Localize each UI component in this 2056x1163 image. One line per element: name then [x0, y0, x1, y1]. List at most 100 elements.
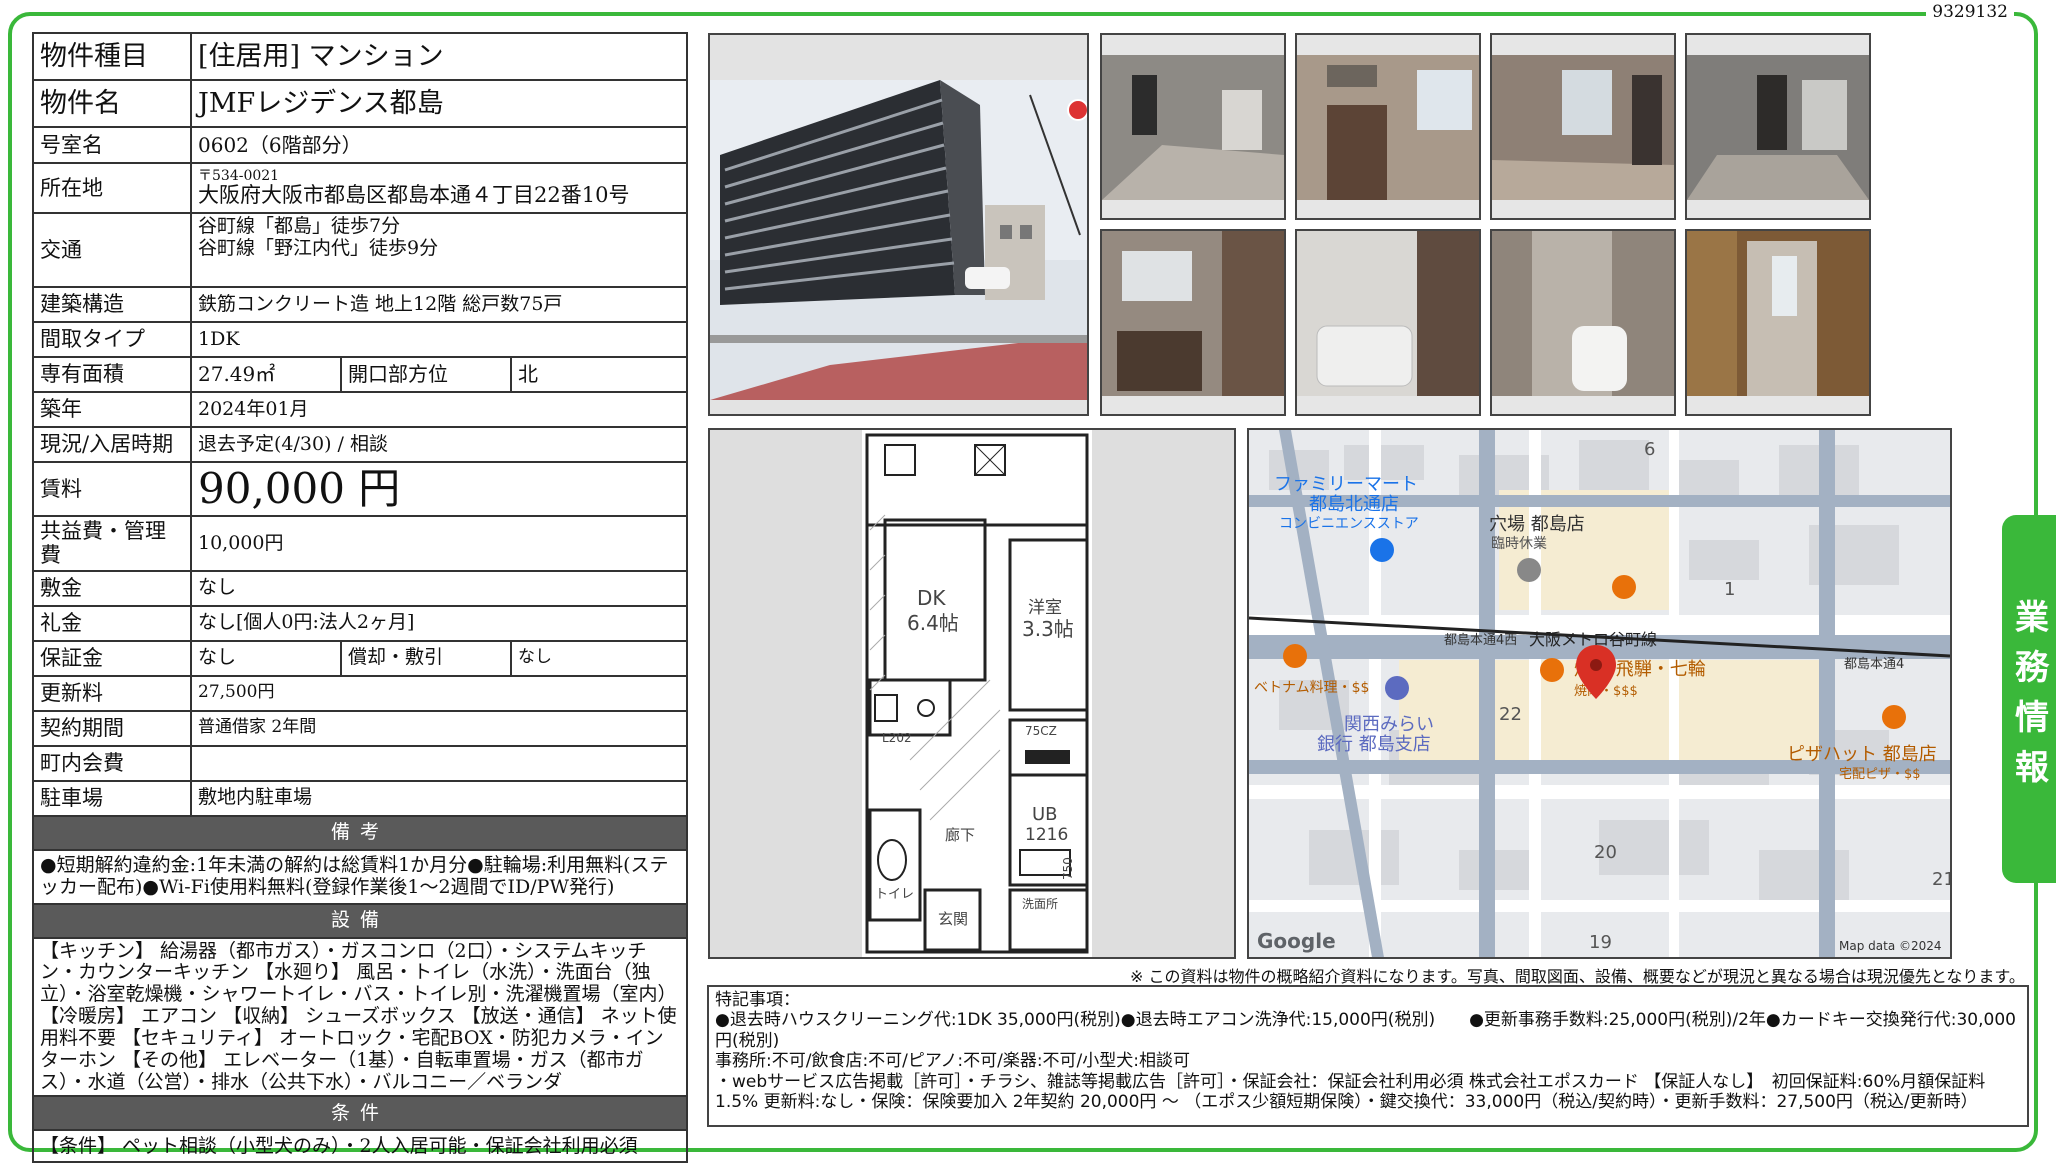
deposit-value: なし [189, 569, 689, 607]
google-logo: Google [1257, 929, 1336, 953]
status-label: 現況/入居時期 [32, 426, 192, 463]
area-map[interactable]: 6 1 22 20 19 21 ファミリーマート 都島北通店 コンビニエンススト… [1247, 428, 1952, 959]
equipment-text: 【キッチン】 給湯器（都市ガス）・ガスコンロ（2口）・システムキッチン・カウンタ… [31, 936, 689, 1098]
special-notes-title: 特記事項： [715, 990, 800, 1010]
yakiniku-pin-icon[interactable] [1540, 658, 1564, 682]
room-photo-5 [1100, 229, 1286, 416]
structure-label: 建築構造 [32, 286, 192, 323]
name-label: 物件名 [32, 79, 192, 128]
facing-value: 北 [509, 356, 689, 393]
rent-label: 賃料 [32, 460, 192, 518]
layout-value: 1DK [189, 321, 689, 358]
bank-name: 関西みらい [1344, 714, 1434, 735]
map-block-20: 20 [1594, 842, 1617, 863]
conditions-header: 条件 [31, 1095, 689, 1132]
fee-label: 共益費・管理費 [32, 515, 192, 572]
name-value: JMFレジデンス都島 [189, 79, 689, 128]
hall-label: 廊下 [945, 826, 975, 844]
built-label: 築年 [32, 391, 192, 428]
familymart-branch: 都島北通店 [1309, 494, 1399, 515]
disclaimer-text: ※ この資料は物件の概略紹介資料になります。写真、間取図面、設備、概要などが現況… [1130, 967, 2025, 986]
toilet-label: トイレ [875, 887, 914, 902]
room-photo-3 [1490, 33, 1676, 220]
parking-label: 駐車場 [32, 779, 192, 817]
building-exterior-photo [708, 33, 1089, 416]
area-value: 27.49㎡ [190, 356, 342, 393]
special-notes: 特記事項： ●退去時ハウスクリーニング代:1DK 35,000円(税別)●退去時… [707, 985, 2029, 1127]
renewal-label: 更新料 [32, 674, 192, 712]
room-photo-7 [1490, 229, 1676, 416]
special-notes-line-1: ●退去時ハウスクリーニング代:1DK 35,000円(税別)●退去時エアコン洗浄… [715, 1010, 2016, 1051]
closet-label: 75CZ [1025, 724, 1057, 738]
fee-value: 10,000円 [189, 515, 689, 572]
room-photo-6 [1295, 229, 1481, 416]
type-label: 物件種目 [32, 32, 192, 81]
washroom-label: 洗面所 [1022, 897, 1058, 911]
vietnamese-pin-icon[interactable] [1283, 644, 1307, 668]
special-notes-line-3: ・webサービス広告掲載［許可］・チラシ、雑誌等掲載広告［許可］・保証会社：保証… [715, 1071, 1986, 1112]
remarks-text: ●短期解約違約金:1年未満の解約は総賃料1か月分●駐輪場:利用無料(ステッカー配… [31, 848, 689, 905]
room-label: 号室名 [32, 126, 192, 164]
bank-pin-icon[interactable] [1385, 676, 1409, 700]
business-info-tab[interactable]: 業務情報 [2002, 515, 2056, 883]
property-spec-table: 物件種目 [住居用] マンション 物件名 JMFレジデンス都島 号室名 0602（6階… [31, 32, 689, 1163]
room-photo-4 [1685, 33, 1871, 220]
fridge-label: L202 [882, 731, 912, 745]
community-fee-label: 町内会費 [32, 744, 192, 782]
access-line-1: 谷町線「都島」徒歩7分 [198, 215, 401, 237]
structure-value: 鉄筋コンクリート造 地上12階 総戸数75戸 [189, 286, 689, 323]
map-block-22: 22 [1499, 704, 1522, 725]
special-notes-line-2: 事務所:不可/飲食店:不可/ピアノ:不可/楽器:不可/小型犬:相談可 [715, 1051, 1191, 1072]
facing-label: 開口部方位 [340, 356, 512, 393]
familymart-name: ファミリーマート [1274, 474, 1418, 495]
deposit-label: 敷金 [32, 569, 192, 607]
renewal-value: 27,500円 [189, 674, 689, 712]
built-value: 2024年01月 [189, 391, 689, 428]
dk-label: DK [917, 586, 946, 610]
map-block-1: 1 [1724, 579, 1735, 600]
unit-bath-size: 1216 [1025, 825, 1068, 845]
equipment-header: 設備 [31, 902, 689, 939]
conditions-text: 【条件】 ペット相談（小型犬のみ）・2人入居可能・保証会社利用必須 [31, 1129, 689, 1163]
keymoney-label: 礼金 [32, 604, 192, 642]
bus-stop-west: 都島本通4西 [1444, 633, 1517, 648]
bedroom-label: 洋室 [1028, 598, 1062, 618]
access-label: 交通 [32, 212, 192, 288]
room-value: 0602（6階部分） [189, 126, 689, 164]
postal-code: 〒534-0021 [198, 167, 280, 184]
status-value: 退去予定(4/30) / 相談 [189, 426, 689, 463]
vietnamese-restaurant: ベトナム料理・$$ [1254, 680, 1369, 696]
dimension-label: 750 [1061, 857, 1075, 880]
keymoney-value: なし[個人0円:法人2ヶ月] [189, 604, 689, 642]
entrance-label: 玄関 [938, 910, 968, 928]
dk-size: 6.4帖 [907, 611, 959, 635]
contract-label: 契約期間 [32, 709, 192, 747]
room-photo-1 [1100, 33, 1286, 220]
bank-branch: 銀行 都島支店 [1317, 734, 1431, 755]
familymart-pin-icon[interactable] [1370, 538, 1394, 562]
pizza-pin-icon[interactable] [1882, 705, 1906, 729]
address-label: 所在地 [32, 162, 192, 214]
anaba-status: 臨時休業 [1491, 536, 1547, 552]
bedroom-size: 3.3帖 [1022, 617, 1074, 641]
bus-stop-east: 都島本通4 [1844, 657, 1904, 672]
map-block-19: 19 [1589, 932, 1612, 953]
anaba-pin-icon[interactable] [1517, 558, 1541, 582]
remarks-header: 備考 [31, 814, 689, 851]
pizza-category: 宅配ピザ・$$ [1839, 767, 1921, 782]
guarantee-value: なし [190, 639, 342, 677]
parking-value: 敷地内駐車場 [189, 779, 689, 817]
floor-plan: DK 6.4帖 洋室 3.3帖 UB 1216 廊下 玄関 トイレ 洗面所 L2… [708, 428, 1236, 959]
map-block-21: 21 [1932, 869, 1950, 890]
area-label: 専有面積 [32, 356, 192, 393]
pizza-name: ピザハット 都島店 [1787, 744, 1937, 765]
address-value: 大阪府大阪市都島区都島本通４丁目22番10号 [198, 182, 630, 207]
familymart-category: コンビニエンスストア [1279, 516, 1419, 532]
room-photo-8 [1685, 229, 1871, 416]
amortization-value: なし [509, 639, 689, 677]
type-value: [住居用] マンション [189, 32, 689, 81]
map-data-credit: Map data ©2024 [1839, 939, 1942, 953]
amortization-label: 償却・敷引 [340, 639, 512, 677]
restaurant-pin-icon[interactable] [1612, 575, 1636, 599]
room-photo-2 [1295, 33, 1481, 220]
